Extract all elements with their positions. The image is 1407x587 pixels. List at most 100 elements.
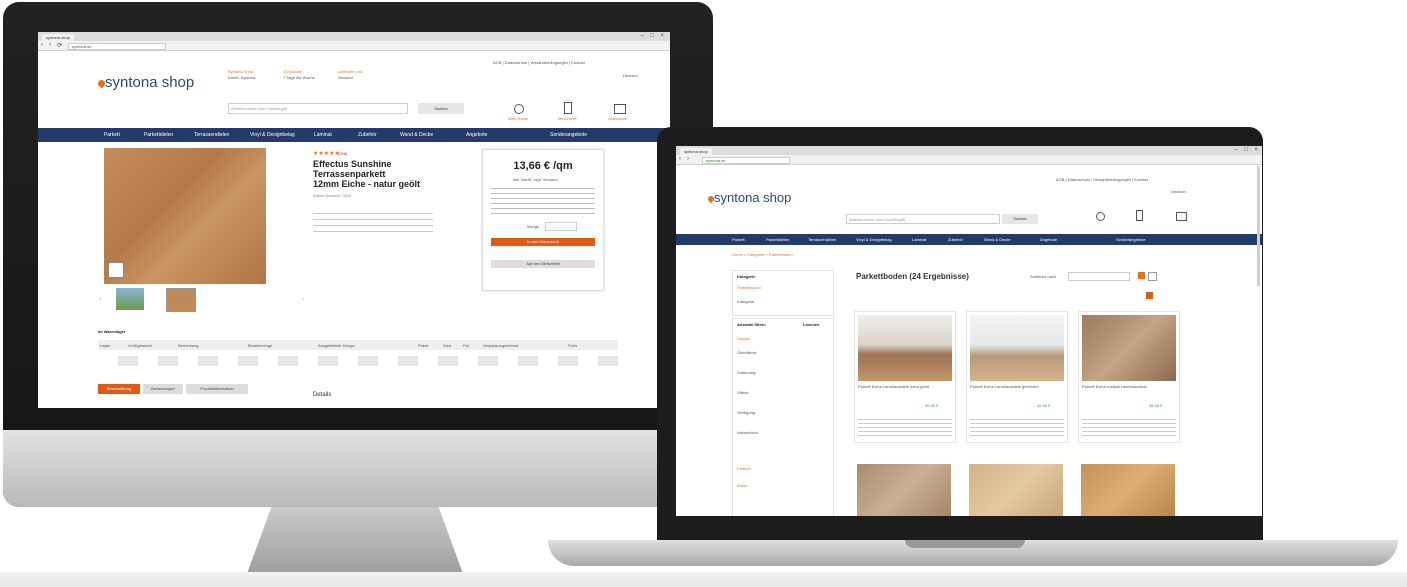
close-icon[interactable]: × [1254,147,1258,153]
product-image[interactable] [104,148,266,284]
search-input[interactable]: Artikelnummer oder Suchbegriff [228,103,408,114]
product-card-image[interactable] [969,464,1063,516]
list-view-icon[interactable] [1148,272,1157,281]
browser-tab[interactable]: syntona shop [42,34,74,41]
add-to-cart-button[interactable]: In den Warenkorb [491,238,595,246]
language-select[interactable]: Deutsch [623,73,638,78]
nav-item[interactable]: Parkett [104,132,120,138]
search-button[interactable]: Suchen [1002,214,1038,224]
url-field[interactable]: syntona.de [702,157,790,164]
top-links[interactable]: AGB | Datenschutz | Versandbedingungen |… [1056,177,1148,182]
product-card-image[interactable] [857,464,951,516]
browser-tab[interactable]: syntona shop [680,148,712,155]
tab-reviews[interactable]: Bewertungen [143,384,183,394]
wishlist-icon[interactable] [1136,210,1143,221]
wishlist-link[interactable]: Merkzettel [558,116,576,121]
filter-group[interactable]: Nutzschicht [737,430,758,435]
tab-description[interactable]: Beschreibung [98,384,140,394]
nav-item[interactable]: Sonderangebote [550,132,587,138]
product-card[interactable]: Parkett Eiche Landhausdiele gebürstet 42… [966,311,1068,443]
nav-item[interactable]: Terrassendielen [808,237,836,242]
top-links[interactable]: AGB | Datenschutz | Versandbedingungen |… [493,60,585,65]
stock-table-header: Lager Verfügbarkeit Bemerkung Bestellmen… [98,340,618,350]
back-icon[interactable]: ‹ [41,42,43,48]
qty-input[interactable] [545,222,577,231]
close-icon[interactable]: × [660,33,664,39]
nav-item[interactable]: Parkettdielen [766,237,789,242]
nav-item[interactable]: Angebote [1040,237,1057,242]
filter-group[interactable]: Stärke [737,390,749,395]
nav-item[interactable]: Vinyl & Designbelag [250,132,295,138]
thumbnail-1[interactable] [116,288,144,310]
product-card-image[interactable] [970,315,1064,381]
language-select[interactable]: Deutsch [1171,189,1186,194]
product-card[interactable]: Parkett Eiche rustikal Landhausdiele 36,… [1078,311,1180,443]
rating-stars[interactable]: ★★★★★ [313,150,340,157]
nav-item[interactable]: Parkettdielen [144,132,173,138]
reload-icon[interactable]: ⟳ [57,42,62,49]
pagination-current[interactable] [1146,292,1153,299]
sort-select[interactable] [1068,272,1130,281]
forward-icon[interactable]: › [687,156,689,162]
nav-item[interactable]: Laminat [314,132,332,138]
zoom-icon[interactable] [108,262,124,278]
product-card[interactable]: Parkett Eiche Landhausdiele natur geölt … [854,311,956,443]
forward-icon[interactable]: › [49,42,51,48]
nav-item[interactable]: Laminat [912,237,926,242]
category-item[interactable]: Parkettboden [737,285,761,290]
filter-group[interactable]: Sortierung [737,370,755,375]
wishlist-button[interactable]: Auf den Merkzettel [491,260,595,268]
minimize-icon[interactable]: – [641,33,644,39]
user-icon[interactable] [514,104,524,114]
cart-link[interactable]: Warenkorb [608,116,627,121]
stock-col: Bestellmenge [248,343,273,348]
search-button[interactable]: Suchen [418,103,464,114]
nav-item[interactable]: Angebote [466,132,487,138]
breadcrumb[interactable]: Home > Kategorie > Parkettboden [732,252,793,257]
nav-item[interactable]: Zubehör [358,132,377,138]
scrollbar[interactable] [1257,166,1260,286]
stock-table-row [98,356,618,366]
product-card-name[interactable]: Parkett Eiche Landhausdiele natur geölt [858,384,952,389]
nav-item[interactable]: Wand & Decke [984,237,1011,242]
filter-reset[interactable]: Löschen [803,322,819,327]
category-item[interactable]: Kategorie [737,299,754,304]
filter-group[interactable]: Holzart [737,336,750,341]
nav-item[interactable]: Parkett [732,237,745,242]
thumb-next-icon[interactable]: › [303,296,304,301]
product-card-image[interactable] [1081,464,1175,516]
review-count[interactable]: (298) [338,151,347,156]
filter-group[interactable]: Farbton [737,466,751,471]
maximize-icon[interactable]: □ [1244,147,1248,153]
back-icon[interactable]: ‹ [679,156,681,162]
nav-item[interactable]: Terrassendielen [194,132,229,138]
product-card-image[interactable] [858,315,952,381]
account-link[interactable]: Mein Konto [508,116,528,121]
minimize-icon[interactable]: – [1235,147,1238,153]
site-logo[interactable]: syntona shop [96,74,194,91]
cart-icon[interactable] [1176,212,1187,221]
browser-tabbar: syntona shop – □ × [38,32,670,41]
product-card-name[interactable]: Parkett Eiche rustikal Landhausdiele [1082,384,1176,389]
nav-item[interactable]: Sonderangebote [1116,237,1146,242]
nav-item[interactable]: Vinyl & Designbelag [856,237,892,242]
filter-group[interactable]: Verlegung [737,410,755,415]
wishlist-icon[interactable] [564,102,572,114]
tab-productinfo[interactable]: Produktinformation [186,384,248,394]
nav-item[interactable]: Zubehör [948,237,963,242]
product-card-name[interactable]: Parkett Eiche Landhausdiele gebürstet [970,384,1064,389]
filter-group[interactable]: Oberfläche [737,350,757,355]
maximize-icon[interactable]: □ [650,33,654,39]
grid-view-icon[interactable] [1138,272,1145,279]
site-logo[interactable]: syntona shop [706,190,791,205]
user-icon[interactable] [1096,212,1105,221]
thumb-prev-icon[interactable]: ‹ [100,296,101,301]
nav-item[interactable]: Wand & Decke [400,132,433,138]
cart-icon[interactable] [614,104,626,114]
filter-group[interactable]: Breite [737,483,747,488]
search-input[interactable]: Artikelnummer oder Suchbegriff [846,214,1000,224]
title-line: 12mm Eiche - natur geölt [313,179,421,189]
product-card-image[interactable] [1082,315,1176,381]
url-field[interactable]: syntona.de [68,43,166,50]
thumbnail-2[interactable] [166,288,196,312]
